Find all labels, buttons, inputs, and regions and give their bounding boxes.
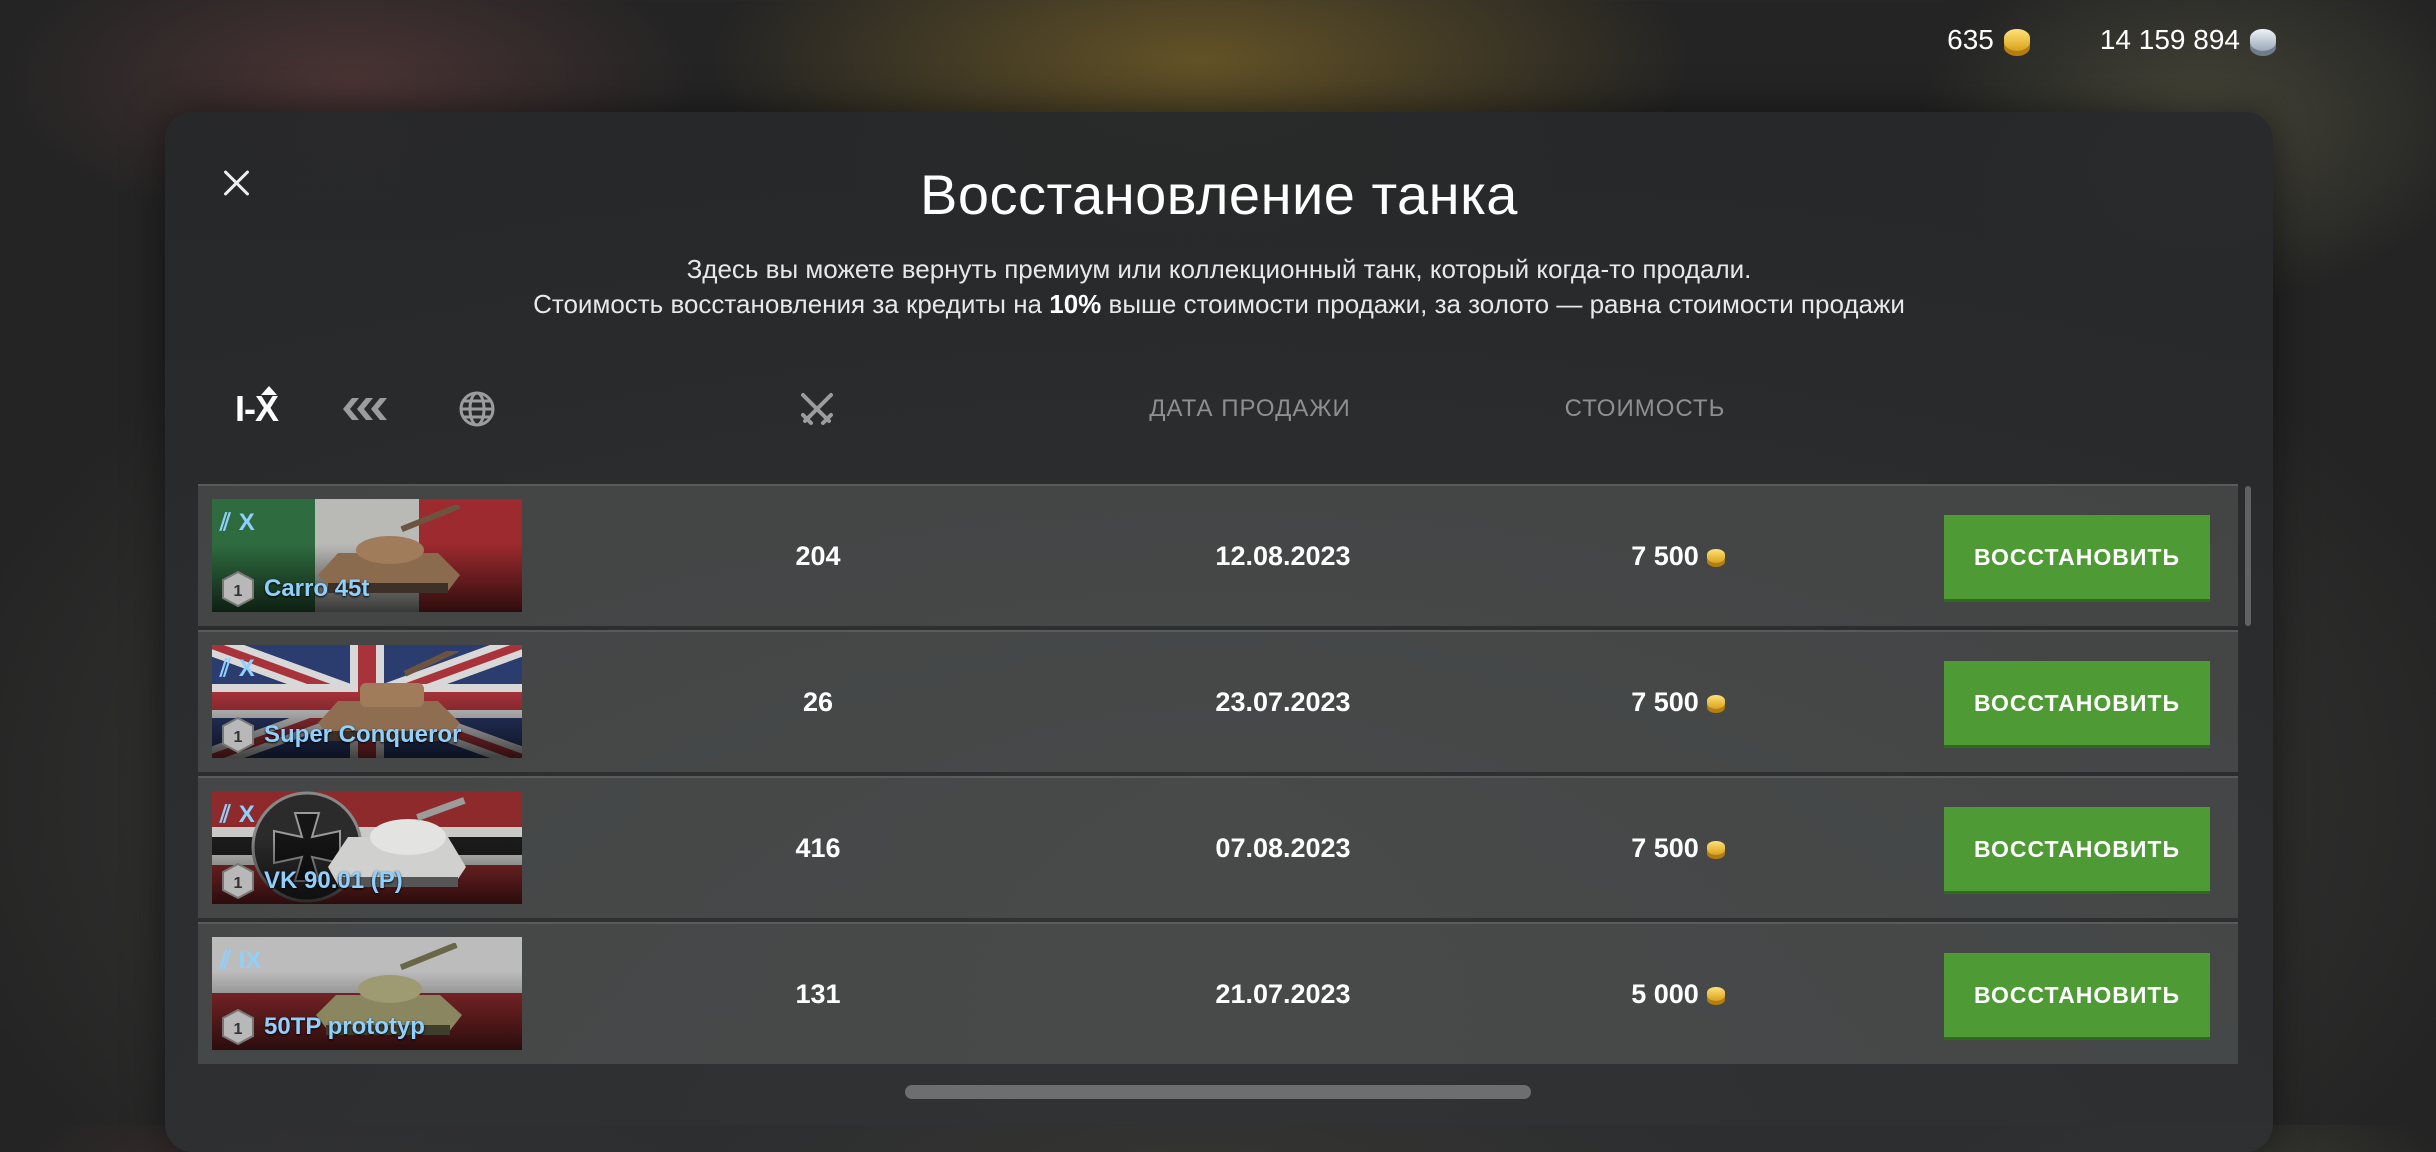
table-row: ⫽ X 1 Carro 45t 204 12.08.2023 7 500 ВОСС… (198, 484, 2238, 626)
table-row: ⫽ IX 1 50TP prototyp 131 21.07.2023 5 000… (198, 922, 2238, 1064)
tank-name: VK 90.01 (P) (264, 867, 403, 894)
tank-name-label: 1 Carro 45t (220, 570, 369, 608)
table-row: ⫽ X 1 Super Conqueror 26 23.07.2023 7 500… (198, 630, 2238, 772)
premium-icon: ⫽ (220, 655, 231, 682)
premium-icon: ⫽ (220, 509, 231, 536)
battles-count: 416 (795, 832, 841, 863)
sale-date: 12.08.2023 (1215, 540, 1351, 571)
gold-coin-icon (1706, 987, 1725, 1001)
restore-button[interactable]: ВОССТАНОВИТЬ (1944, 661, 2210, 745)
tank-type-icon (343, 398, 387, 420)
sale-date: 07.08.2023 (1215, 832, 1351, 863)
cost-value: 7 500 (1631, 832, 1699, 863)
table-row: ⫽ X 1 VK 90.01 (P) 416 07.08.2023 7 500 В… (198, 776, 2238, 918)
tank-name-label: 1 50TP prototyp (220, 1008, 425, 1046)
battles-count: 204 (795, 540, 841, 571)
tank-thumbnail: ⫽ X 1 Carro 45t (212, 499, 522, 612)
mastery-badge-icon: 1 (222, 570, 254, 608)
mastery-badge-icon: 1 (222, 1008, 254, 1046)
tank-thumbnail: ⫽ IX 1 50TP prototyp (212, 937, 522, 1050)
desc-percent: 10% (1049, 289, 1102, 319)
description-line-2: Стоимость восстановления за кредиты на 1… (165, 287, 2273, 322)
svg-text:1: 1 (234, 1021, 243, 1038)
cost-value: 5 000 (1631, 978, 1699, 1009)
desc-text-a: Стоимость восстановления за кредиты на (533, 289, 1050, 319)
battles-count: 131 (795, 978, 841, 1009)
svg-text:1: 1 (234, 875, 243, 892)
nation-filter[interactable] (457, 384, 497, 434)
svg-text:1: 1 (234, 583, 243, 600)
restore-tank-dialog: Восстановление танка Здесь вы можете вер… (165, 112, 2273, 1152)
crossed-swords-icon (801, 393, 833, 425)
gold-coin-icon (1706, 549, 1725, 563)
tank-list: ⫽ X 1 Carro 45t 204 12.08.2023 7 500 ВОСС… (198, 484, 2238, 1068)
tank-type-filter[interactable] (339, 384, 395, 434)
premium-icon: ⫽ (220, 801, 231, 828)
tank-name: Super Conqueror (264, 721, 462, 748)
silver-balance: 14 159 894 (2100, 24, 2276, 56)
tier-filter[interactable]: I-X (235, 384, 279, 434)
mastery-badge-icon: 1 (222, 862, 254, 900)
currency-bar: 635 14 159 894 (1947, 24, 2276, 56)
description-line-1: Здесь вы можете вернуть премиум или колл… (686, 254, 1752, 284)
silver-amount: 14 159 894 (2099, 24, 2240, 55)
dialog-description: Здесь вы можете вернуть премиум или колл… (165, 252, 2273, 322)
desc-text-c: выше стоимости продажи, за золото — равн… (1101, 289, 1905, 319)
sale-date: 21.07.2023 (1215, 978, 1351, 1009)
premium-icon: ⫽ (220, 947, 231, 974)
gold-amount: 635 (1947, 24, 1994, 55)
restore-button[interactable]: ВОССТАНОВИТЬ (1944, 807, 2210, 891)
restore-button[interactable]: ВОССТАНОВИТЬ (1944, 953, 2210, 1037)
gold-balance: 635 (1947, 24, 2030, 56)
restore-cost: 7 500 (1528, 778, 1828, 918)
restore-button[interactable]: ВОССТАНОВИТЬ (1944, 515, 2210, 599)
tank-tier: ⫽ X (220, 801, 255, 828)
restore-cost: 7 500 (1528, 486, 1828, 626)
silver-coin-icon (2250, 29, 2276, 51)
gold-coin-icon (1706, 695, 1725, 709)
tank-thumbnail: ⫽ X 1 VK 90.01 (P) (212, 791, 522, 904)
tank-name-label: 1 Super Conqueror (220, 716, 461, 754)
svg-text:1: 1 (234, 729, 243, 746)
gold-coin-icon (2003, 29, 2030, 51)
restore-cost: 7 500 (1528, 632, 1828, 772)
gold-coin-icon (1706, 841, 1725, 855)
battles-count: 26 (802, 686, 834, 717)
cost-value: 7 500 (1631, 686, 1699, 717)
battles-column-header[interactable] (797, 384, 837, 434)
list-scrollbar[interactable] (2245, 486, 2251, 626)
home-indicator[interactable] (905, 1085, 1531, 1099)
globe-icon (459, 391, 495, 427)
mastery-badge-icon: 1 (222, 716, 254, 754)
cost-value: 7 500 (1631, 540, 1699, 571)
sale-date-column-header[interactable]: ДАТА ПРОДАЖИ (1085, 384, 1415, 434)
restore-cost: 5 000 (1528, 924, 1828, 1064)
sale-date: 23.07.2023 (1215, 686, 1351, 717)
tank-tier: ⫽ X (220, 509, 255, 536)
tank-thumbnail: ⫽ X 1 Super Conqueror (212, 645, 522, 758)
tank-tier: ⫽ X (220, 655, 255, 682)
cost-column-header[interactable]: СТОИМОСТЬ (1495, 384, 1795, 434)
tank-name: Carro 45t (264, 575, 370, 602)
tank-tier: ⫽ IX (220, 947, 262, 974)
tank-name-label: 1 VK 90.01 (P) (220, 862, 403, 900)
tank-name: 50TP prototyp (264, 1013, 425, 1040)
dialog-title: Восстановление танка (920, 163, 1518, 226)
